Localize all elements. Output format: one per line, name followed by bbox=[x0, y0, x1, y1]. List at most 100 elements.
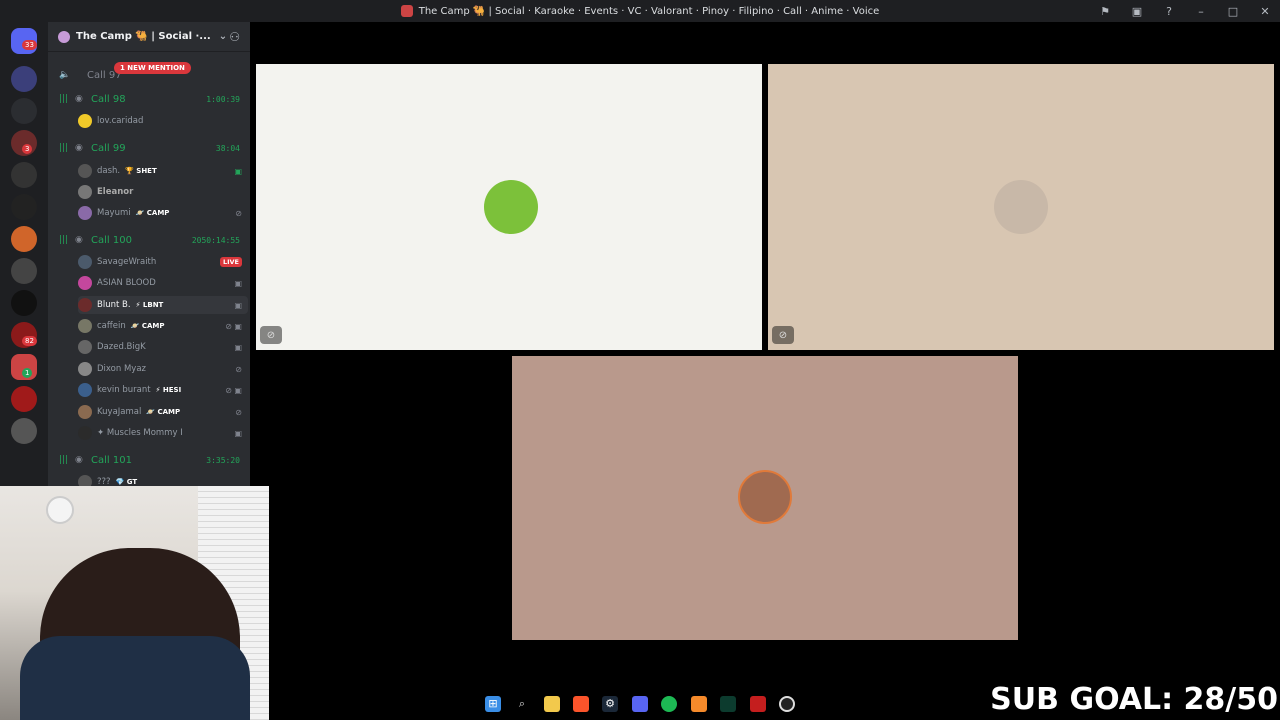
obs-icon[interactable] bbox=[779, 696, 795, 712]
live-badge: LIVE bbox=[219, 257, 242, 267]
server-header[interactable]: The Camp 🐫 | Social ·... ⌄ ⚇ bbox=[48, 22, 250, 52]
steam-icon[interactable]: ⚙ bbox=[602, 696, 618, 712]
speaker-icon: ◉ bbox=[75, 455, 83, 465]
voice-user[interactable]: Dixon Myaz ⊘ bbox=[78, 360, 248, 378]
avatar bbox=[78, 340, 92, 354]
call-timer: 38:04 bbox=[215, 143, 240, 153]
server-icon[interactable] bbox=[11, 386, 37, 412]
video-tile[interactable] bbox=[512, 356, 1018, 640]
voice-channel-call-101[interactable]: ||| ◉ Call 101 3:35:20 bbox=[48, 451, 250, 469]
new-mention-badge[interactable]: 1 NEW MENTION bbox=[114, 62, 191, 74]
server-icon[interactable] bbox=[11, 162, 37, 188]
app-orange-icon[interactable] bbox=[691, 696, 707, 712]
server-icon[interactable] bbox=[11, 290, 37, 316]
speaker-icon: ◉ bbox=[75, 94, 83, 104]
windows-start-icon[interactable]: ⊞ bbox=[485, 696, 501, 712]
voice-user[interactable]: KuyaJamal 🪐 CAMP ⊘ bbox=[78, 403, 248, 421]
avatar bbox=[78, 206, 92, 220]
speaker-icon: 🔈 bbox=[59, 70, 71, 80]
avatar bbox=[78, 255, 92, 269]
server-icon[interactable] bbox=[11, 226, 37, 252]
home-badge: 33 bbox=[22, 40, 37, 50]
channel-name: Call 101 bbox=[91, 454, 132, 466]
server-icon[interactable] bbox=[11, 418, 37, 444]
invite-people-icon[interactable]: ⚇ bbox=[229, 30, 240, 44]
server-icon[interactable] bbox=[11, 194, 37, 220]
spotify-icon[interactable] bbox=[661, 696, 677, 712]
sub-goal-overlay: SUB GOAL: 28/50 bbox=[990, 682, 1278, 717]
avatar bbox=[78, 362, 92, 376]
voice-user[interactable]: Blunt B. ⚡ LBNT ▣ bbox=[78, 296, 248, 314]
call-timer: 1:00:39 bbox=[206, 94, 240, 104]
window-titlebar: The Camp 🐫 | Social · Karaoke · Events ·… bbox=[0, 0, 1280, 22]
wall-clock bbox=[46, 496, 74, 524]
voice-activity-icon: ||| bbox=[59, 455, 69, 465]
voice-user[interactable]: dash. 🏆 SHET ▣ bbox=[78, 162, 248, 180]
avatar bbox=[994, 180, 1048, 234]
video-icon: ▣ bbox=[234, 342, 242, 352]
avatar bbox=[78, 298, 92, 312]
server-icon[interactable] bbox=[11, 258, 37, 284]
voice-user[interactable]: Dazed.BigK ▣ bbox=[78, 338, 248, 356]
video-tile[interactable]: ⊘ bbox=[768, 64, 1274, 350]
avatar bbox=[78, 426, 92, 440]
video-icon: ▣ bbox=[234, 278, 242, 288]
call-timer: 2050:14:55 bbox=[191, 235, 240, 245]
username: KuyaJamal bbox=[97, 407, 142, 417]
screen-icon[interactable]: ▣ bbox=[1130, 5, 1144, 18]
username: dash. bbox=[97, 166, 121, 176]
streamer-shirt bbox=[20, 636, 250, 720]
mute-icon: ⊘ bbox=[772, 326, 794, 344]
speaker-icon: ◉ bbox=[75, 143, 83, 153]
minimize-button[interactable]: – bbox=[1194, 5, 1208, 18]
server-tag: ⚡ HESI bbox=[155, 386, 182, 394]
webcam-overlay bbox=[0, 486, 269, 720]
terminal-icon[interactable] bbox=[720, 696, 736, 712]
server-icon[interactable] bbox=[11, 66, 37, 92]
server-tag: ⚡ LBNT bbox=[135, 301, 164, 309]
video-tile[interactable]: ⊘ bbox=[256, 64, 762, 350]
call-timer: 3:35:20 bbox=[206, 455, 240, 465]
file-explorer-icon[interactable] bbox=[544, 696, 560, 712]
voice-user[interactable]: Mayumi 🪐 CAMP ⊘ bbox=[78, 204, 248, 222]
username: Mayumi bbox=[97, 208, 131, 218]
app-x-icon[interactable] bbox=[750, 696, 766, 712]
help-icon[interactable]: ? bbox=[1162, 5, 1176, 18]
avatar bbox=[484, 180, 538, 234]
mute-video-icons: ⊘ ▣ bbox=[225, 385, 242, 395]
inbox-flag-icon[interactable]: ⚑ bbox=[1098, 5, 1112, 18]
video-icon: ▣ bbox=[234, 300, 242, 310]
voice-user[interactable]: lov.caridad bbox=[78, 112, 248, 130]
brave-icon[interactable] bbox=[573, 696, 589, 712]
avatar bbox=[78, 276, 92, 290]
server-tag: 🪐 CAMP bbox=[146, 408, 181, 416]
username: Blunt B. bbox=[97, 300, 131, 310]
discord-icon[interactable] bbox=[632, 696, 648, 712]
mute-icon: ⊘ bbox=[235, 364, 242, 374]
server-tag: 🪐 CAMP bbox=[135, 209, 170, 217]
voice-user[interactable]: SavageWraith LIVE bbox=[78, 253, 248, 271]
voice-user[interactable]: ASIAN BLOOD ▣ bbox=[78, 274, 248, 292]
avatar bbox=[78, 185, 92, 199]
folder-icon[interactable] bbox=[11, 98, 37, 124]
server-badge-icon bbox=[58, 30, 70, 43]
maximize-button[interactable]: □ bbox=[1226, 5, 1240, 18]
voice-user[interactable]: kevin burant ⚡ HESI ⊘ ▣ bbox=[78, 381, 248, 399]
voice-channel-call-99[interactable]: ||| ◉ Call 99 38:04 bbox=[48, 139, 250, 157]
video-icon: ▣ bbox=[234, 428, 242, 438]
speaker-icon: ◉ bbox=[75, 235, 83, 245]
server-tag: 💎 GT bbox=[115, 478, 138, 486]
voice-user[interactable]: ✦ Muscles Mommy I ▣ bbox=[78, 424, 248, 442]
mute-icon: ⊘ bbox=[235, 407, 242, 417]
search-icon[interactable]: ⌕ bbox=[514, 696, 530, 712]
voice-user[interactable]: caffein 🪐 CAMP ⊘ ▣ bbox=[78, 317, 248, 335]
username: SavageWraith bbox=[97, 257, 157, 267]
voice-activity-icon: ||| bbox=[59, 143, 69, 153]
voice-user[interactable]: Eleanor bbox=[78, 183, 248, 201]
voice-channel-call-100[interactable]: ||| ◉ Call 100 2050:14:55 bbox=[48, 231, 250, 249]
voice-channel-call-98[interactable]: ||| ◉ Call 98 1:00:39 bbox=[48, 90, 250, 108]
voice-activity-icon: ||| bbox=[59, 94, 69, 104]
streaming-icon: ▣ bbox=[234, 166, 242, 176]
avatar bbox=[78, 164, 92, 178]
close-button[interactable]: ✕ bbox=[1258, 5, 1272, 18]
